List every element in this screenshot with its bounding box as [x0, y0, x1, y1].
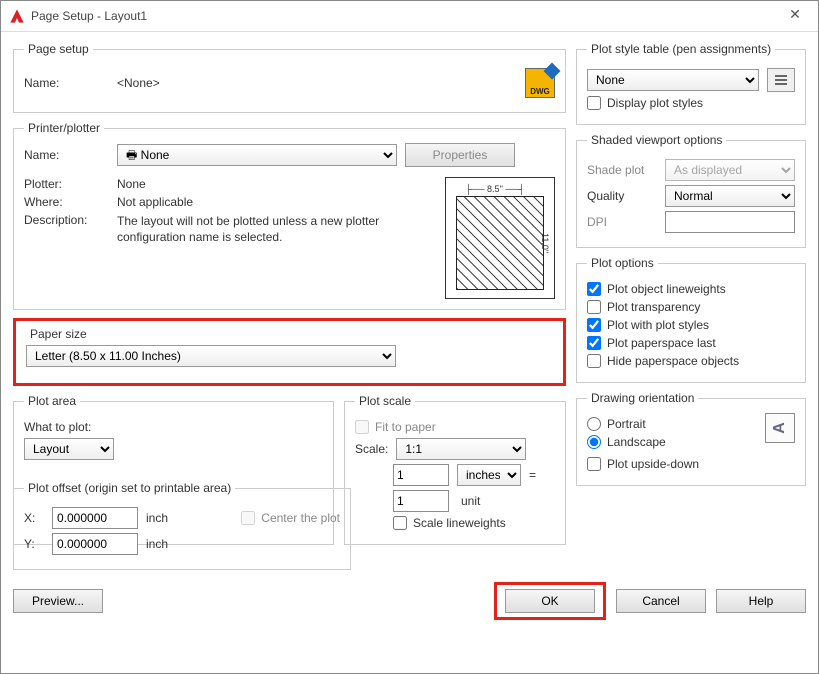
- printer-legend: Printer/plotter: [24, 121, 104, 135]
- quality-label: Quality: [587, 189, 657, 203]
- paper-preview: ├── 8.5'' ──┤ 11.0'': [445, 177, 555, 299]
- fit-to-paper-label: Fit to paper: [375, 420, 436, 434]
- offset-y-unit: inch: [146, 537, 168, 551]
- paper-size-group: Paper size Letter (8.50 x 11.00 Inches): [24, 327, 555, 373]
- plotter-value: None: [117, 177, 146, 191]
- printer-plotter-group: Printer/plotter Name: 🖶 None Properties …: [13, 121, 566, 310]
- center-plot-label: Center the plot: [261, 511, 340, 525]
- where-label: Where:: [24, 195, 109, 209]
- orientation-legend: Drawing orientation: [587, 391, 698, 405]
- page-setup-group: Page setup Name: <None> DWG: [13, 42, 566, 113]
- scale-select[interactable]: 1:1: [396, 438, 526, 460]
- scale-lineweights-label: Scale lineweights: [413, 516, 506, 530]
- orientation-icon: A: [765, 413, 795, 443]
- desc-value: The layout will not be plotted unless a …: [117, 213, 435, 245]
- page-setup-dialog: Page Setup - Layout1 ✕ Page setup Name: …: [0, 0, 819, 674]
- window-title: Page Setup - Layout1: [31, 9, 780, 23]
- dpi-label: DPI: [587, 215, 657, 229]
- cancel-button[interactable]: Cancel: [616, 589, 706, 613]
- portrait-radio[interactable]: [587, 417, 601, 431]
- ok-highlight: OK: [494, 582, 606, 620]
- plotter-label: Plotter:: [24, 177, 109, 191]
- plot-paperspace-checkbox[interactable]: [587, 336, 601, 350]
- plot-with-styles-label: Plot with plot styles: [607, 318, 709, 332]
- plot-paperspace-label: Plot paperspace last: [607, 336, 716, 350]
- plot-options-legend: Plot options: [587, 256, 658, 270]
- close-icon[interactable]: ✕: [780, 6, 810, 26]
- scale-label: Scale:: [355, 442, 388, 456]
- display-plot-styles-label: Display plot styles: [607, 96, 703, 110]
- hide-paperspace-checkbox[interactable]: [587, 354, 601, 368]
- portrait-label: Portrait: [607, 417, 646, 431]
- plot-lineweights-label: Plot object lineweights: [607, 282, 726, 296]
- app-logo-icon: [9, 8, 25, 24]
- printer-name-label: Name:: [24, 148, 109, 162]
- plot-scale-legend: Plot scale: [355, 394, 415, 408]
- hide-paperspace-label: Hide paperspace objects: [607, 354, 739, 368]
- paper-size-highlight: Paper size Letter (8.50 x 11.00 Inches): [13, 318, 566, 386]
- titlebar: Page Setup - Layout1 ✕: [1, 1, 818, 32]
- pagesetup-name-value: <None>: [117, 76, 160, 90]
- plot-style-legend: Plot style table (pen assignments): [587, 42, 775, 56]
- desc-label: Description:: [24, 213, 109, 245]
- offset-y-label: Y:: [24, 537, 44, 551]
- shade-plot-label: Shade plot: [587, 163, 657, 177]
- quality-select[interactable]: Normal: [665, 185, 795, 207]
- what-to-plot-select[interactable]: Layout: [24, 438, 114, 460]
- shaded-legend: Shaded viewport options: [587, 133, 726, 147]
- plot-options-group: Plot options Plot object lineweights Plo…: [576, 256, 806, 383]
- plot-style-table-group: Plot style table (pen assignments) None …: [576, 42, 806, 125]
- scale-lineweights-checkbox[interactable]: [393, 516, 407, 530]
- scale-denominator-input[interactable]: [393, 490, 449, 512]
- preview-width-label: ├── 8.5'' ──┤: [462, 184, 528, 194]
- printer-properties-button[interactable]: Properties: [405, 143, 515, 167]
- plot-lineweights-checkbox[interactable]: [587, 282, 601, 296]
- dpi-input: [665, 211, 795, 233]
- plot-area-legend: Plot area: [24, 394, 80, 408]
- plot-with-styles-checkbox[interactable]: [587, 318, 601, 332]
- plot-transparency-checkbox[interactable]: [587, 300, 601, 314]
- scale-numerator-input[interactable]: [393, 464, 449, 486]
- orientation-group: Drawing orientation Portrait Landscape A…: [576, 391, 806, 486]
- offset-x-unit: inch: [146, 511, 168, 525]
- plot-scale-group: Plot scale Fit to paper Scale: 1:1 inche…: [344, 394, 566, 545]
- dwg-icon: DWG: [525, 68, 555, 98]
- center-plot-checkbox: [241, 511, 255, 525]
- preview-height-label: 11.0'': [532, 204, 550, 282]
- printer-name-select[interactable]: 🖶 None: [117, 144, 397, 166]
- scale-units-select[interactable]: inches: [457, 464, 521, 486]
- plot-offset-legend: Plot offset (origin set to printable are…: [24, 481, 235, 495]
- display-plot-styles-checkbox[interactable]: [587, 96, 601, 110]
- upside-down-checkbox[interactable]: [587, 457, 601, 471]
- scale-unit-label: unit: [461, 494, 480, 508]
- plot-offset-group: Plot offset (origin set to printable are…: [13, 481, 351, 570]
- paper-size-legend: Paper size: [26, 327, 91, 345]
- landscape-label: Landscape: [607, 435, 666, 449]
- page-setup-legend: Page setup: [24, 42, 93, 56]
- list-icon: [774, 73, 788, 87]
- plot-style-select[interactable]: None: [587, 69, 759, 91]
- offset-y-input[interactable]: [52, 533, 138, 555]
- upside-down-label: Plot upside-down: [607, 457, 699, 471]
- plot-style-edit-button[interactable]: [767, 68, 795, 92]
- preview-button[interactable]: Preview...: [13, 589, 103, 613]
- ok-button[interactable]: OK: [505, 589, 595, 613]
- dialog-footer: Preview... OK Cancel Help: [1, 576, 818, 630]
- offset-x-input[interactable]: [52, 507, 138, 529]
- pagesetup-name-label: Name:: [24, 76, 109, 90]
- plot-transparency-label: Plot transparency: [607, 300, 700, 314]
- fit-to-paper-checkbox: [355, 420, 369, 434]
- paper-size-select[interactable]: Letter (8.50 x 11.00 Inches): [26, 345, 396, 367]
- scale-equals: =: [529, 468, 536, 482]
- shaded-viewport-group: Shaded viewport options Shade plot As di…: [576, 133, 806, 248]
- shade-plot-select: As displayed: [665, 159, 795, 181]
- offset-x-label: X:: [24, 511, 44, 525]
- help-button[interactable]: Help: [716, 589, 806, 613]
- what-to-plot-label: What to plot:: [24, 420, 91, 434]
- where-value: Not applicable: [117, 195, 193, 209]
- landscape-radio[interactable]: [587, 435, 601, 449]
